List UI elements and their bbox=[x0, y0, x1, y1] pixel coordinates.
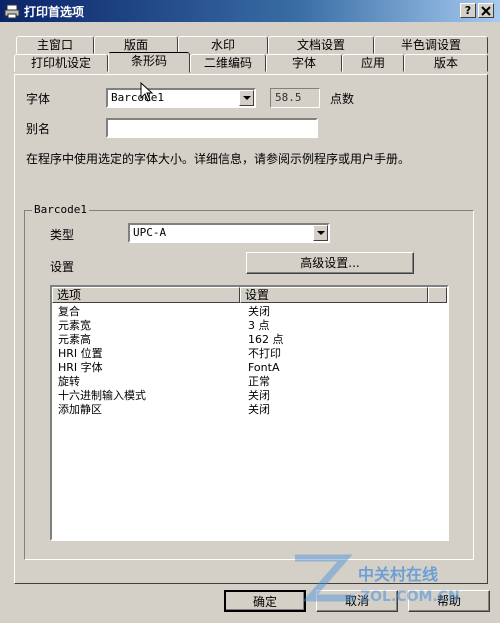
chevron-down-icon[interactable] bbox=[313, 225, 328, 241]
groupbox-label: Barcode1 bbox=[32, 203, 89, 216]
tab-watermark[interactable]: 水印 bbox=[178, 36, 268, 54]
watermark-subtext: ZOL.COM.CN bbox=[360, 589, 460, 605]
tab-document-settings[interactable]: 文档设置 bbox=[268, 36, 374, 54]
font-size-unit: 点数 bbox=[330, 92, 355, 106]
column-header-setting[interactable]: 设置 bbox=[240, 287, 428, 303]
tab-printer-settings[interactable]: 打印机设定 bbox=[14, 54, 108, 72]
column-header-option[interactable]: 选项 bbox=[52, 287, 240, 303]
alias-input[interactable] bbox=[106, 118, 318, 138]
chevron-down-icon[interactable] bbox=[239, 90, 254, 106]
tab-barcode[interactable]: 条形码 bbox=[108, 52, 190, 73]
font-size-field: 58.5 bbox=[270, 88, 320, 108]
font-combobox[interactable]: Barcode1 bbox=[106, 88, 256, 108]
mouse-cursor-icon bbox=[140, 82, 154, 102]
type-label: 类型 bbox=[50, 228, 75, 242]
info-text: 在程序中使用选定的字体大小。详细信息，请参阅示例程序或用户手册。 bbox=[26, 152, 411, 166]
tab-2d-code[interactable]: 二维编码 bbox=[190, 54, 266, 72]
alias-label: 别名 bbox=[26, 122, 51, 136]
close-button[interactable] bbox=[478, 3, 494, 18]
settings-label: 设置 bbox=[50, 260, 75, 274]
tab-halftone-settings[interactable]: 半色调设置 bbox=[374, 36, 488, 54]
help-title-button[interactable]: ? bbox=[460, 3, 476, 18]
tab-application[interactable]: 应用 bbox=[342, 54, 404, 72]
font-combobox-value: Barcode1 bbox=[111, 91, 164, 104]
advanced-settings-button[interactable]: 高级设置... bbox=[246, 252, 414, 274]
font-label: 字体 bbox=[26, 92, 51, 106]
type-combobox[interactable]: UPC-A bbox=[128, 223, 330, 243]
dialog-body: 主窗口 版面 水印 文档设置 半色调设置 打印机设定 条形码 二维编码 字体 应… bbox=[0, 22, 500, 623]
settings-listview[interactable]: 选项 设置 复合 关闭 元素宽 3 点 元素高 162 点 HRI 位置 不打印… bbox=[50, 285, 449, 541]
type-combobox-value: UPC-A bbox=[133, 226, 167, 239]
column-header-filler bbox=[428, 287, 447, 303]
tab-font[interactable]: 字体 bbox=[266, 54, 342, 72]
window-title: 打印首选项 bbox=[24, 5, 85, 19]
watermark-text: 中关村在线 bbox=[358, 565, 439, 584]
close-icon bbox=[481, 6, 491, 16]
tab-version[interactable]: 版本 bbox=[404, 54, 488, 72]
title-bar: 打印首选项 ? bbox=[0, 0, 500, 22]
printer-icon bbox=[4, 4, 20, 19]
tab-main-window[interactable]: 主窗口 bbox=[16, 36, 94, 54]
